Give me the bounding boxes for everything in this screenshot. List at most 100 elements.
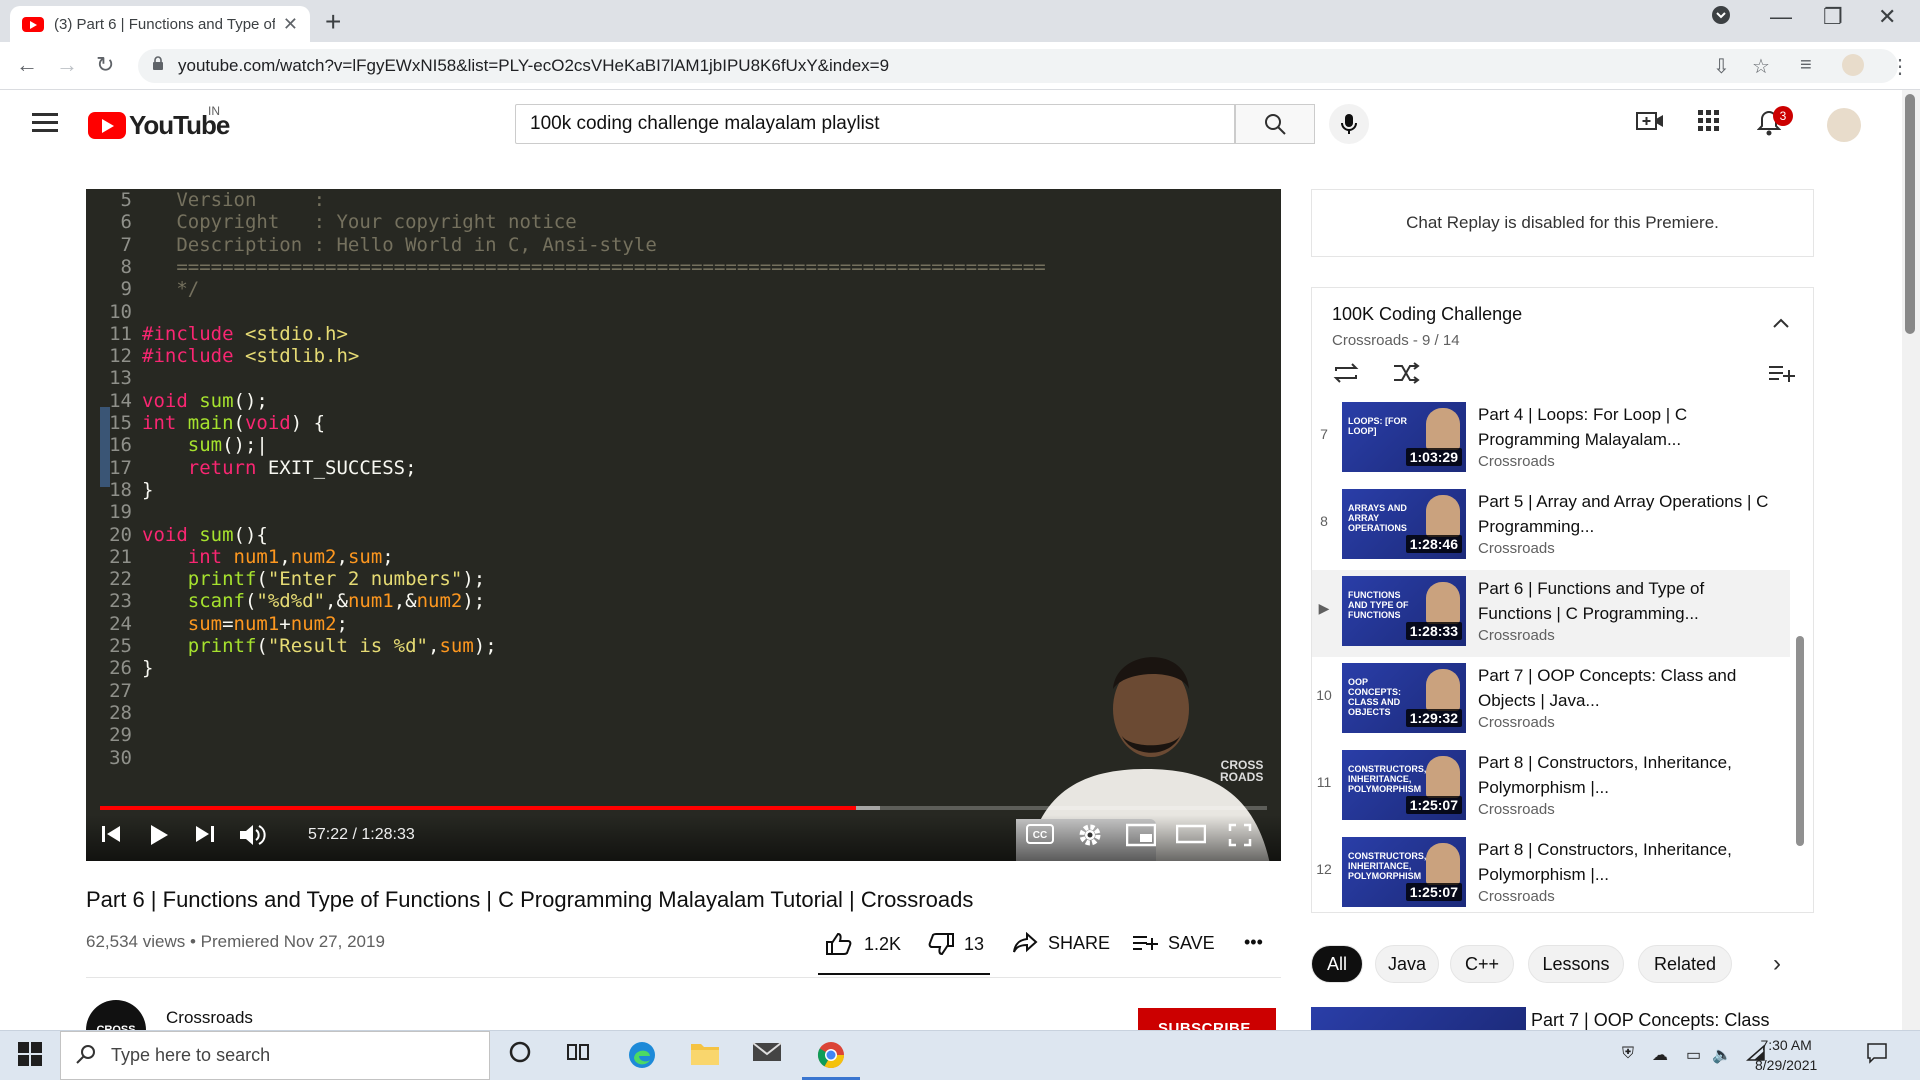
- playlist-item-thumbnail[interactable]: OOP CONCEPTS: CLASS AND OBJECTS 1:29:32: [1342, 663, 1466, 733]
- minimize-button[interactable]: —: [1770, 4, 1792, 30]
- tab-close-icon[interactable]: ✕: [283, 14, 298, 35]
- fullscreen-icon[interactable]: [1228, 823, 1252, 854]
- chip-related[interactable]: Related: [1638, 945, 1732, 983]
- back-arrow-icon[interactable]: ←: [16, 52, 38, 78]
- chrome-browser-icon[interactable]: [816, 1040, 846, 1077]
- playlist-item-thumbnail[interactable]: FUNCTIONS AND TYPE OF FUNCTIONS 1:28:33: [1342, 576, 1466, 646]
- hamburger-menu-icon[interactable]: [32, 113, 58, 133]
- security-shield-icon[interactable]: ⛨: [1622, 1045, 1634, 1063]
- search-button[interactable]: [1235, 104, 1315, 144]
- playlist-item[interactable]: 11 CONSTRUCTORS, INHERITANCE, POLYMORPHIS…: [1312, 744, 1790, 831]
- playlist-item-thumbnail[interactable]: CONSTRUCTORS, INHERITANCE, POLYMORPHISM 1…: [1342, 837, 1466, 907]
- onedrive-cloud-icon[interactable]: ☁: [1652, 1045, 1668, 1065]
- playlist-title[interactable]: 100K Coding Challenge: [1332, 304, 1522, 325]
- reload-icon[interactable]: ↻: [96, 52, 114, 78]
- playlist-item-index: 11: [1316, 774, 1332, 790]
- shuffle-icon[interactable]: [1392, 362, 1420, 390]
- taskbar-search-box[interactable]: Type here to search: [60, 1031, 490, 1080]
- file-explorer-icon[interactable]: [690, 1040, 720, 1073]
- apps-grid-icon[interactable]: [1698, 110, 1720, 139]
- forward-arrow-icon[interactable]: →: [56, 52, 78, 78]
- save-button[interactable]: SAVE: [1132, 932, 1215, 954]
- video-title: Part 6 | Functions and Type of Functions…: [86, 887, 974, 912]
- speaker-icon[interactable]: 🔈: [1712, 1045, 1732, 1065]
- video-player[interactable]: 5 Version :6 Copyright : Your copyright …: [86, 189, 1281, 861]
- line-number: 14: [109, 389, 132, 412]
- loop-icon[interactable]: [1332, 362, 1360, 390]
- share-button[interactable]: SHARE: [1012, 932, 1110, 954]
- playlist-item-title[interactable]: Part 8 | Constructors, Inheritance, Poly…: [1478, 837, 1778, 887]
- volume-icon[interactable]: [238, 823, 266, 854]
- url-field[interactable]: youtube.com/watch?v=lFgyEWxNI58&list=PLY…: [138, 49, 1898, 83]
- playlist-item-title[interactable]: Part 5 | Array and Array Operations | C …: [1478, 489, 1778, 539]
- settings-gear-icon[interactable]: [1078, 823, 1102, 854]
- more-actions-button[interactable]: •••: [1244, 932, 1263, 953]
- system-clock[interactable]: 7:30 AM 8/29/2021: [1755, 1035, 1817, 1075]
- chip-java[interactable]: Java: [1375, 945, 1439, 983]
- miniplayer-icon[interactable]: [1125, 823, 1157, 854]
- playlist-item[interactable]: 12 CONSTRUCTORS, INHERITANCE, POLYMORPHIS…: [1312, 831, 1790, 912]
- captions-icon[interactable]: CC: [1026, 823, 1054, 852]
- browser-menu-icon[interactable]: ⋮: [1890, 54, 1910, 79]
- page-scrollbar-thumb[interactable]: [1905, 94, 1915, 334]
- media-queue-icon[interactable]: ≡: [1800, 54, 1812, 77]
- playlist-item-thumbnail[interactable]: CONSTRUCTORS, INHERITANCE, POLYMORPHISM 1…: [1342, 750, 1466, 820]
- thumbs-up-icon: [826, 932, 852, 955]
- create-video-icon[interactable]: [1636, 110, 1664, 139]
- playlist-scrollbar[interactable]: [1796, 636, 1804, 846]
- playlist-item-title[interactable]: Part 7 | OOP Concepts: Class and Objects…: [1478, 663, 1778, 713]
- theater-mode-icon[interactable]: [1175, 823, 1207, 852]
- chip-all[interactable]: All: [1311, 945, 1363, 983]
- browser-tab[interactable]: (3) Part 6 | Functions and Type of ✕: [10, 6, 310, 42]
- thumbnail-text: CONSTRUCTORS, INHERITANCE, POLYMORPHISM: [1348, 851, 1427, 881]
- maximize-button[interactable]: ❐: [1823, 4, 1843, 30]
- code-token: ,&: [325, 590, 348, 613]
- playlist-item[interactable]: 7 LOOPS: [FOR LOOP] 1:03:29 Part 4 | Loops:…: [1312, 400, 1790, 483]
- action-center-icon[interactable]: [1866, 1042, 1888, 1069]
- account-avatar[interactable]: [1827, 108, 1861, 142]
- search-input[interactable]: 100k coding challenge malayalam playlist: [515, 104, 1235, 144]
- code-token: "Result is %d": [267, 635, 428, 657]
- code-token: ;: [382, 545, 394, 568]
- add-to-queue-icon[interactable]: [1767, 362, 1795, 390]
- task-view-icon[interactable]: [566, 1040, 590, 1071]
- mail-icon[interactable]: [752, 1040, 782, 1071]
- playlist-item-thumbnail[interactable]: ARRAYS AND ARRAY OPERATIONS 1:28:46: [1342, 489, 1466, 559]
- playlist-item-thumbnail[interactable]: LOOPS: [FOR LOOP] 1:03:29: [1342, 402, 1466, 472]
- code-token: int: [142, 412, 188, 434]
- playlist-item-title[interactable]: Part 4 | Loops: For Loop | C Programming…: [1478, 402, 1778, 452]
- playlist-item[interactable]: 8 ARRAYS AND ARRAY OPERATIONS 1:28:46 Part …: [1312, 483, 1790, 570]
- dislike-button[interactable]: 13: [928, 932, 984, 956]
- video-views-date: 62,534 views • Premiered Nov 27, 2019: [86, 932, 385, 951]
- bookmark-star-icon[interactable]: ☆: [1752, 54, 1770, 79]
- code-line: 6 Copyright : Your copyright notice: [86, 211, 577, 233]
- tab-search-icon[interactable]: [1710, 4, 1732, 32]
- previous-icon[interactable]: [100, 823, 122, 852]
- close-window-button[interactable]: ✕: [1878, 4, 1896, 30]
- chip-lessons[interactable]: Lessons: [1528, 945, 1624, 983]
- play-icon[interactable]: [148, 823, 170, 854]
- code-token: int: [142, 545, 234, 568]
- chip-next-chevron-icon[interactable]: ›: [1773, 950, 1781, 978]
- battery-icon[interactable]: ▭: [1686, 1045, 1701, 1065]
- cortana-icon[interactable]: [508, 1040, 532, 1071]
- lock-icon[interactable]: [152, 56, 164, 73]
- channel-name[interactable]: Crossroads: [166, 1008, 253, 1028]
- chip-c-[interactable]: C++: [1450, 945, 1514, 983]
- new-tab-button[interactable]: +: [325, 6, 341, 38]
- collapse-chevron-icon[interactable]: [1772, 312, 1790, 335]
- next-icon[interactable]: [194, 823, 216, 852]
- edge-browser-icon[interactable]: [627, 1040, 657, 1077]
- install-app-icon[interactable]: ⇩: [1713, 54, 1730, 79]
- like-button[interactable]: 1.2K: [826, 932, 901, 956]
- voice-search-button[interactable]: [1329, 104, 1369, 144]
- windows-start-icon[interactable]: [18, 1042, 42, 1066]
- playlist-item[interactable]: ▶ FUNCTIONS AND TYPE OF FUNCTIONS 1:28:33 P…: [1312, 570, 1790, 657]
- recommended-title[interactable]: Part 7 | OOP Concepts: Class: [1531, 1010, 1769, 1031]
- profile-avatar-icon[interactable]: [1842, 54, 1864, 76]
- playlist-item-title[interactable]: Part 8 | Constructors, Inheritance, Poly…: [1478, 750, 1778, 800]
- code-line: 15 int main(void) {: [86, 412, 325, 434]
- playlist-item-title[interactable]: Part 6 | Functions and Type of Functions…: [1478, 576, 1778, 626]
- playlist-item[interactable]: 10 OOP CONCEPTS: CLASS AND OBJECTS 1:29:32…: [1312, 657, 1790, 744]
- playlist-subtitle: Crossroads - 9 / 14: [1332, 332, 1460, 349]
